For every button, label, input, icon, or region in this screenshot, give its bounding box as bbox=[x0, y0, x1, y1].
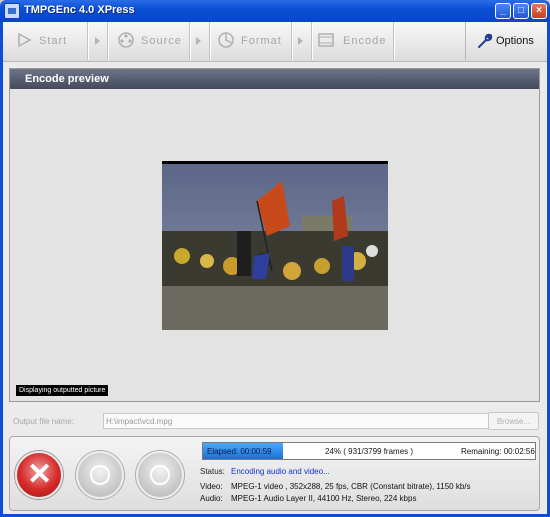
step-start[interactable]: Start bbox=[5, 22, 85, 60]
output-file-field[interactable]: H:\impact\vcd.mpg bbox=[103, 413, 495, 429]
toolbar: Start Source Format Encode Options bbox=[3, 22, 547, 62]
film-reel-icon bbox=[118, 32, 134, 48]
window-title: TMPGEnc 4.0 XPress bbox=[24, 4, 135, 16]
status-value: Encoding audio and video... bbox=[231, 467, 330, 476]
minimize-button[interactable]: _ bbox=[495, 3, 511, 19]
browse-button[interactable]: Browse... bbox=[488, 412, 539, 430]
progress-percent-text: 24% ( 931/3799 frames ) bbox=[325, 447, 414, 456]
film-strip-icon bbox=[318, 33, 334, 47]
step-start-label: Start bbox=[39, 35, 68, 47]
chevron-right-icon bbox=[95, 37, 100, 45]
elapsed-text: Elapsed: 00:00:59 bbox=[207, 447, 272, 456]
encode-status-area: ✕ Elapsed: 00:00:59 24% ( 931/3799 frame… bbox=[9, 436, 540, 511]
preview-image bbox=[162, 161, 388, 330]
chevron-right-icon bbox=[298, 37, 303, 45]
audio-value: MPEG-1 Audio Layer II, 44100 Hz, Stereo,… bbox=[231, 494, 417, 503]
encode-preview-panel: Encode preview Displaying outputted pict… bbox=[9, 68, 540, 402]
audio-row: Audio: MPEG-1 Audio Layer II, 44100 Hz, … bbox=[200, 494, 416, 503]
clock-icon bbox=[90, 465, 110, 485]
cancel-button[interactable]: ✕ bbox=[15, 451, 63, 499]
remaining-text: Remaining: 00:02:56 bbox=[461, 447, 535, 456]
panel-title: Encode preview bbox=[10, 69, 539, 89]
wrench-icon bbox=[478, 33, 493, 48]
close-icon: ✕ bbox=[27, 458, 53, 491]
maximize-button[interactable]: □ bbox=[513, 3, 529, 19]
output-file-label: Output file name: bbox=[13, 417, 74, 426]
output-file-row: Output file name: H:\impact\vcd.mpg Brow… bbox=[13, 412, 543, 430]
step-format[interactable]: Format bbox=[211, 22, 291, 60]
step-source[interactable]: Source bbox=[109, 22, 189, 60]
step-encode[interactable]: Encode bbox=[313, 22, 393, 60]
app-icon bbox=[4, 3, 20, 19]
format-icon bbox=[218, 32, 234, 48]
close-button[interactable]: × bbox=[531, 3, 547, 19]
video-value: MPEG-1 video , 352x288, 25 fps, CBR (Con… bbox=[231, 482, 471, 491]
step-format-label: Format bbox=[241, 35, 282, 47]
audio-label: Audio: bbox=[200, 494, 223, 503]
status-label: Status: bbox=[200, 467, 225, 476]
status-row: Status: Encoding audio and video... bbox=[200, 467, 330, 476]
chevron-right-icon bbox=[196, 37, 201, 45]
progress-bar: Elapsed: 00:00:59 24% ( 931/3799 frames … bbox=[202, 442, 536, 460]
options-button[interactable]: Options bbox=[465, 22, 547, 60]
video-label: Video: bbox=[200, 482, 223, 491]
step-encode-label: Encode bbox=[343, 35, 387, 47]
person-icon bbox=[150, 465, 170, 485]
preview-overlay-label: Displaying outputted picture bbox=[16, 385, 109, 396]
play-icon bbox=[18, 32, 32, 48]
timer-button[interactable] bbox=[76, 451, 124, 499]
title-bar: TMPGEnc 4.0 XPress _ □ × bbox=[0, 0, 550, 22]
options-label: Options bbox=[496, 35, 534, 47]
shutdown-button[interactable] bbox=[136, 451, 184, 499]
video-row: Video: MPEG-1 video , 352x288, 25 fps, C… bbox=[200, 482, 471, 491]
step-source-label: Source bbox=[141, 35, 182, 47]
